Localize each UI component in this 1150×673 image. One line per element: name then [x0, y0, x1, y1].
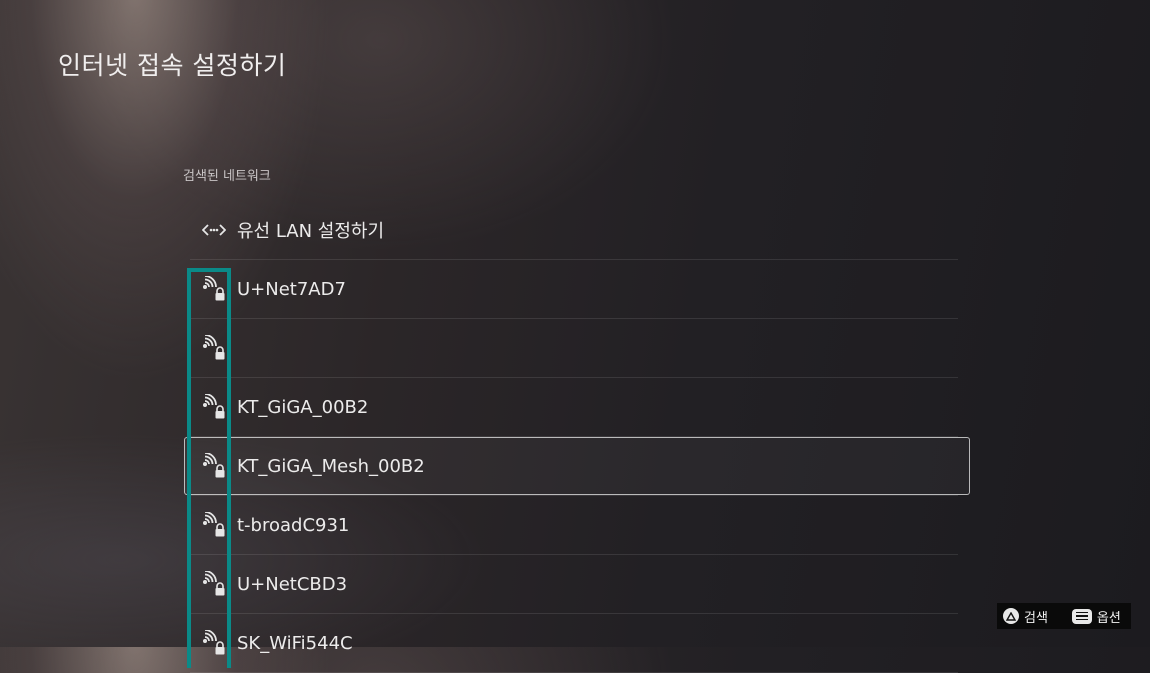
network-row[interactable]: KT_GiGA_00B2: [190, 378, 958, 437]
network-row[interactable]: t-broadC931: [190, 496, 958, 555]
legend-search[interactable]: 검색: [1003, 607, 1048, 626]
legend-search-label: 검색: [1024, 610, 1048, 626]
triangle-button-icon: [1003, 608, 1019, 624]
legend-options-label: 옵션: [1096, 610, 1121, 626]
network-label: KT_GiGA_00B2: [237, 396, 369, 418]
network-row[interactable]: [190, 319, 958, 378]
network-label: SK_WiFi544C: [237, 632, 353, 654]
options-button-icon: [1071, 608, 1092, 624]
legend-options[interactable]: 옵션: [1071, 607, 1121, 626]
network-list: 유선 LAN 설정하기 U+Net7AD7 KT_GiGA_00B2 KT_Gi…: [184, 201, 970, 673]
network-label: KT_GiGA_Mesh_00B2: [237, 455, 425, 477]
button-legend: 검색 옵션: [997, 603, 1131, 629]
network-label: 유선 LAN 설정하기: [237, 221, 385, 242]
section-label: 검색된 네트워크: [183, 169, 271, 184]
network-row-focused[interactable]: KT_GiGA_Mesh_00B2: [184, 437, 970, 496]
icon-column-highlight: [187, 268, 231, 668]
page-title: 인터넷 접속 설정하기: [58, 51, 287, 80]
network-row[interactable]: SK_WiFi544C: [190, 614, 958, 673]
wired-lan-icon: [190, 223, 237, 237]
network-row[interactable]: U+Net7AD7: [190, 260, 958, 319]
network-label: t-broadC931: [237, 514, 350, 536]
network-label: U+NetCBD3: [237, 573, 348, 595]
network-row[interactable]: U+NetCBD3: [190, 555, 958, 614]
network-label: U+Net7AD7: [237, 278, 346, 300]
network-row-wired-lan[interactable]: 유선 LAN 설정하기: [190, 201, 958, 260]
